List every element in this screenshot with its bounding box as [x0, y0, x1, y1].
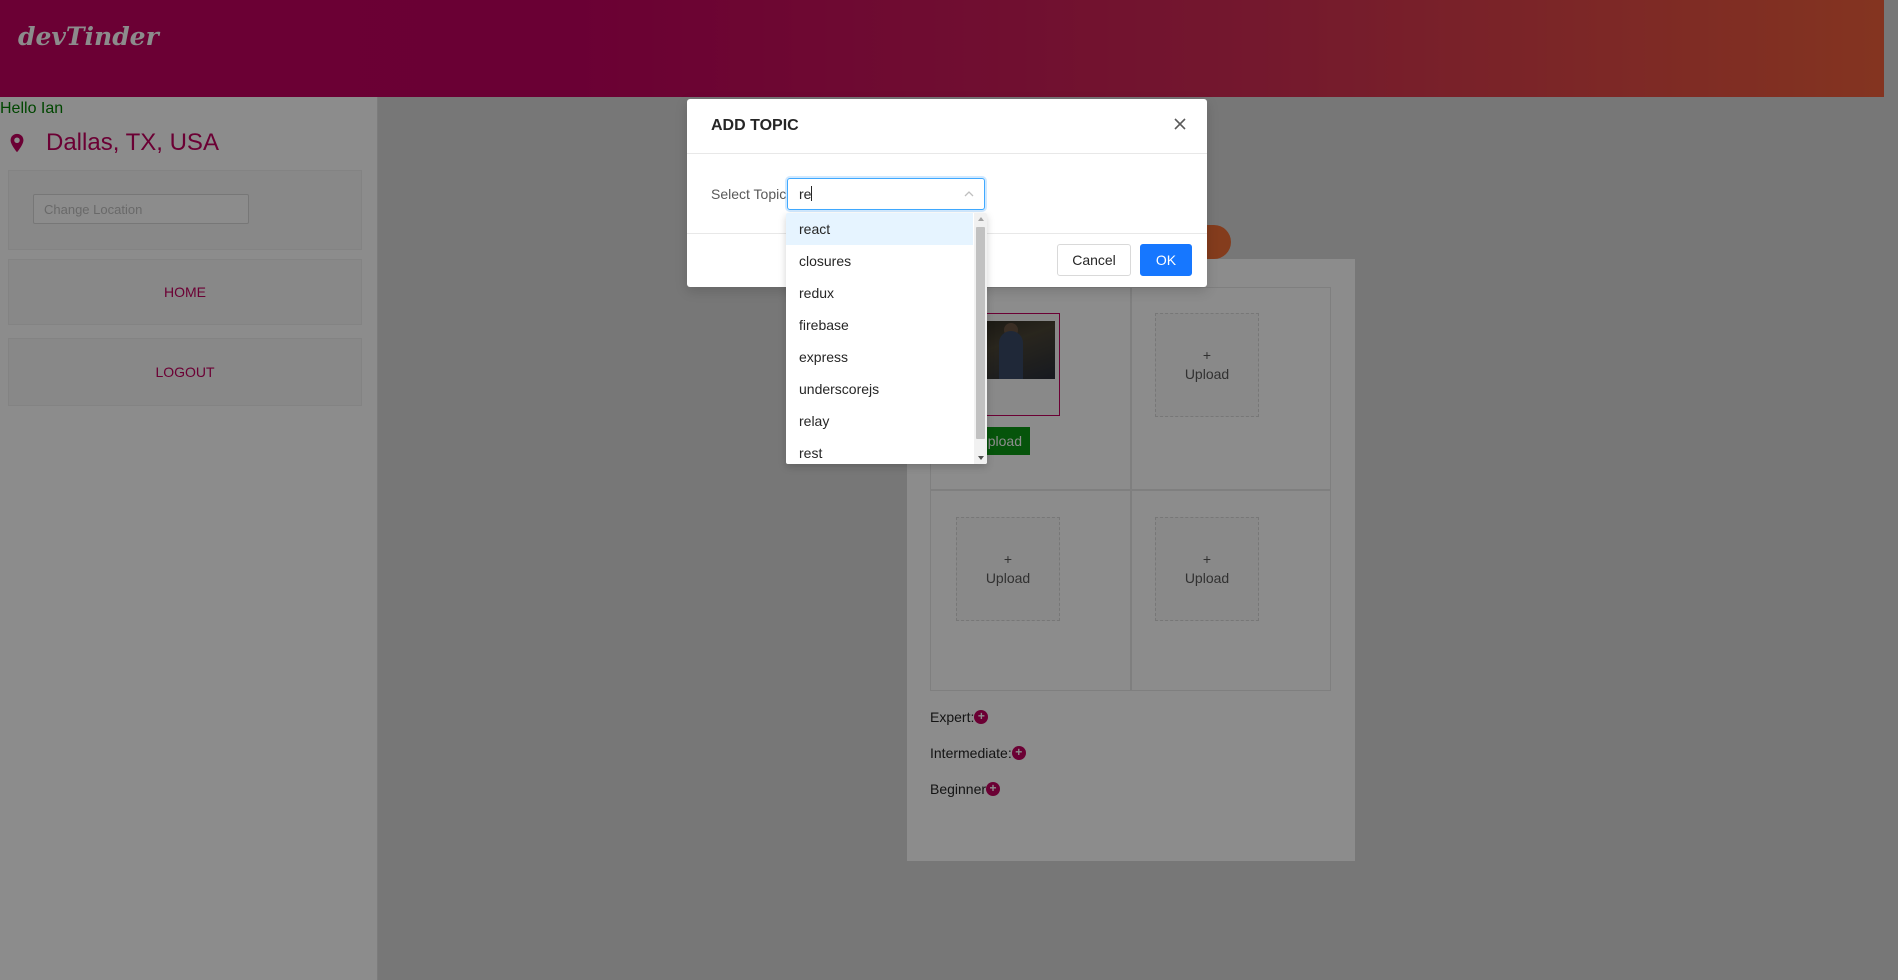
topic-option[interactable]: relay — [786, 405, 973, 437]
scroll-up-arrow-icon[interactable] — [978, 217, 984, 221]
topic-select[interactable]: re — [787, 178, 985, 210]
topic-option[interactable]: underscorejs — [786, 373, 973, 405]
cancel-button[interactable]: Cancel — [1057, 244, 1131, 276]
modal-title: ADD TOPIC — [711, 117, 799, 134]
modal-header-divider — [687, 153, 1207, 154]
topic-option[interactable]: rest — [786, 437, 973, 464]
topic-option[interactable]: firebase — [786, 309, 973, 341]
scroll-down-arrow-icon[interactable] — [978, 456, 984, 460]
topic-select-input[interactable]: re — [799, 186, 813, 202]
ok-button[interactable]: OK — [1140, 244, 1192, 276]
scrollbar-thumb[interactable] — [976, 227, 985, 439]
select-topic-label: Select Topic — [711, 186, 787, 202]
dropdown-scrollbar[interactable] — [974, 213, 987, 464]
topic-option[interactable]: closures — [786, 245, 973, 277]
topic-dropdown: react closures redux firebase express un… — [786, 213, 987, 464]
topic-option[interactable]: redux — [786, 277, 973, 309]
topic-option[interactable]: express — [786, 341, 973, 373]
chevron-up-icon — [964, 191, 974, 197]
topic-option[interactable]: react — [786, 213, 973, 245]
close-icon[interactable] — [1169, 113, 1191, 135]
